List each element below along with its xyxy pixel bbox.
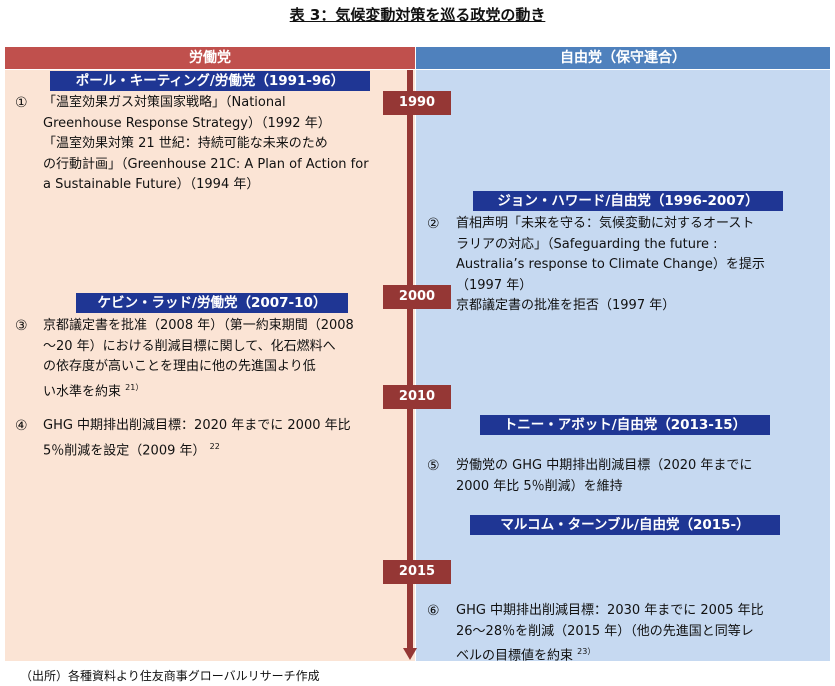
text-line: ラリアの対応」（Safeguarding the future : [456,236,718,252]
item-number: ⑥ [427,603,440,619]
text-line: 26～28％を削減（2015 年）（他の先進国と同等レ [456,623,754,639]
year-marker-1990: 1990 [383,91,451,115]
text-line: 首相声明「未来を守る：気候変動に対するオースト [456,216,755,231]
text-fragment: 5％削減を設定（2009 年） [43,442,206,458]
text-line: の行動計画」（Greenhouse 21C: A Plan of Action … [43,156,369,172]
labor-party-header: 労働党 [5,47,415,69]
year-marker-2010: 2010 [383,385,451,409]
band-rudd: ケビン・ラッド/労働党（2007-10） [76,293,348,313]
footnote-ref: 22 [209,441,220,451]
item-number: ② [427,216,440,232]
text-line: ベルの目標値を約束 23） [456,642,764,667]
text-line: の依存度が高いことを理由に他の先進国より低 [43,359,316,374]
footnote-ref: 21） [125,382,144,392]
page-title: 表 3：気候変動対策を巡る政党の動き [289,6,546,24]
liberal-pane [416,70,830,661]
text-line: Australia’s response to Climate Change）を… [456,257,765,272]
text-line: 2000 年比 5％削減）を維持 [456,478,623,494]
band-howard: ジョン・ハワード/自由党（1996-2007） [473,191,783,211]
item-3-text: 京都議定書を批准（2008 年）（第一約束期間（2008 ～20 年）における削… [43,316,354,402]
item-6-text: GHG 中期排出削減目標：2030 年までに 2005 年比 26～28％を削減… [456,601,764,667]
text-line: 京都議定書の批准を拒否（1997 年） [456,298,676,313]
text-line: （1997 年） [456,277,533,293]
text-fragment: ベルの目標値を約束 [456,648,574,664]
text-line: GHG 中期排出削減目標：2020 年までに 2000 年比 [43,418,351,433]
text-line: 京都議定書を批准（2008 年）（第一約束期間（2008 [43,318,354,333]
item-2-text: 首相声明「未来を守る：気候変動に対するオースト ラリアの対応」（Safeguar… [456,214,765,317]
year-marker-2000: 2000 [383,285,451,309]
source-note: （出所）各種資料より住友商事グローバルリサーチ作成 [20,669,320,683]
item-1-text: 「温室効果ガス対策国家戦略」（National Greenhouse Respo… [43,93,369,196]
timeline-arrowhead-icon [403,648,417,660]
text-line: い水準を約束 21） [43,378,354,403]
item-number: ④ [15,418,28,434]
text-line: GHG 中期排出削減目標：2030 年までに 2005 年比 [456,603,764,618]
text-line: ～20 年）における削減目標に関して、化石燃料へ [43,338,336,354]
item-number: ① [15,95,28,111]
band-keating: ポール・キーティング/労働党（1991-96） [50,71,370,91]
text-line: 「温室効果対策 21 世紀：持続可能な未来のため [43,136,328,151]
item-number: ③ [15,318,28,334]
item-number: ⑤ [427,458,440,474]
footnote-ref: 23） [577,647,596,656]
text-line: 5％削減を設定（2009 年） 22 [43,437,351,462]
text-line: 労働党の GHG 中期排出削減目標（2020 年までに [456,458,753,473]
text-line: 「温室効果ガス対策国家戦略」（National [43,95,286,110]
text-line: a Sustainable Future）（1994 年） [43,177,260,192]
liberal-party-header: 自由党（保守連合） [416,47,830,69]
text-line: Greenhouse Response Strategy）（1992 年） [43,115,331,131]
item-5-text: 労働党の GHG 中期排出削減目標（2020 年までに 2000 年比 5％削減… [456,456,752,497]
item-4-text: GHG 中期排出削減目標：2020 年までに 2000 年比 5％削減を設定（2… [43,416,351,461]
band-turnbull: マルコム・ターンブル/自由党（2015-） [470,515,780,535]
band-abbott: トニー・アボット/自由党（2013-15） [480,415,770,435]
year-marker-2015: 2015 [383,560,451,584]
text-fragment: い水準を約束 [43,383,122,399]
